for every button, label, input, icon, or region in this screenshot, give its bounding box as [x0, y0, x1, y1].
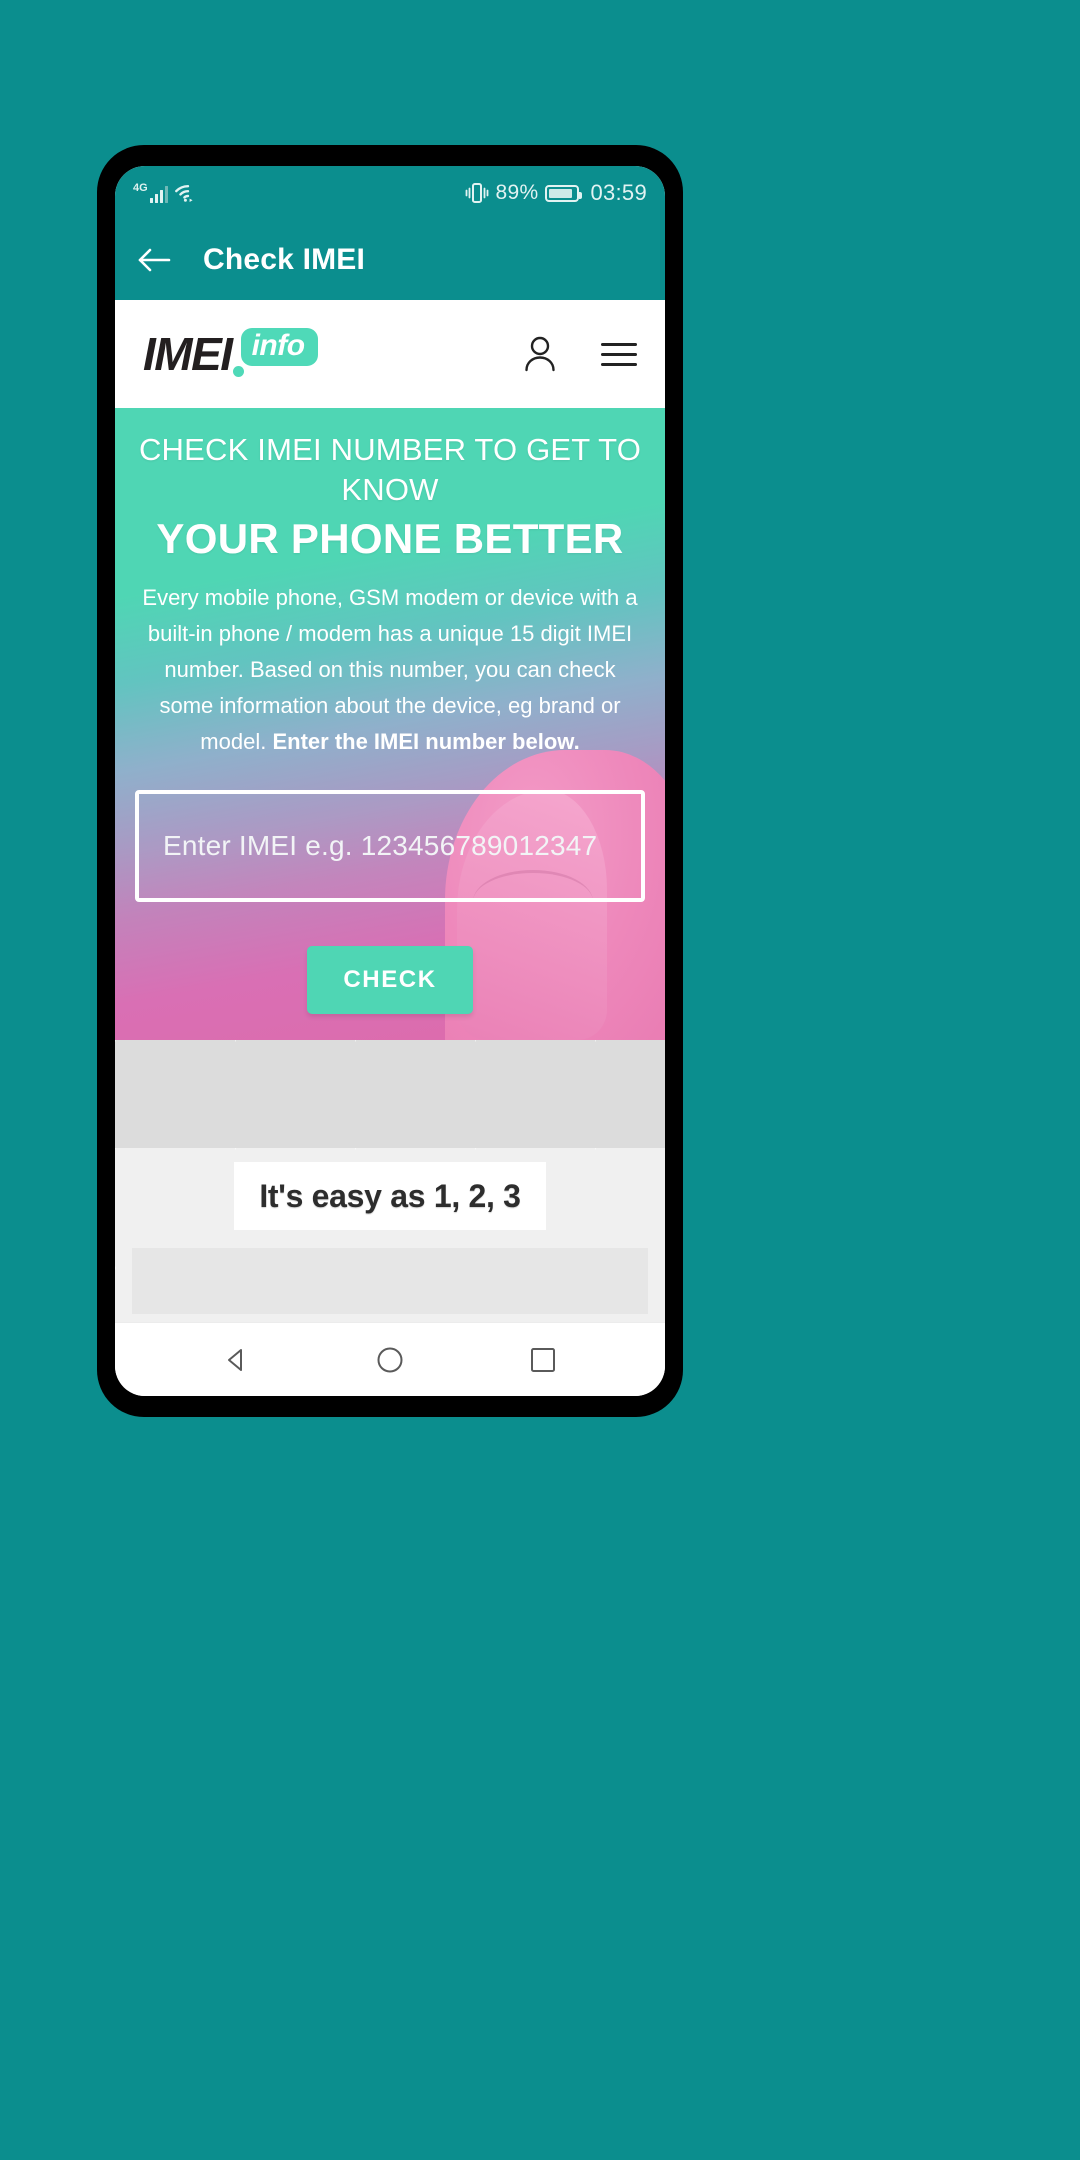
logo-dot-icon: [232, 366, 244, 377]
nav-recents-square-icon[interactable]: [513, 1330, 573, 1390]
hero-heading-line2: YOUR PHONE BETTER: [156, 515, 624, 562]
hero-section: CHECK IMEI NUMBER TO GET TO KNOW YOUR PH…: [115, 408, 665, 1040]
arrow-left-icon[interactable]: [137, 243, 171, 277]
network-type-label: 4G: [133, 182, 148, 194]
logo-primary-text: IMEI: [143, 328, 233, 380]
hero-paragraph: Every mobile phone, GSM modem or device …: [133, 580, 647, 760]
hamburger-menu-icon[interactable]: [601, 342, 637, 366]
hero-heading-line1: CHECK IMEI NUMBER TO GET TO KNOW: [138, 432, 642, 507]
android-navigation-bar: [115, 1322, 665, 1396]
check-button-wrap: CHECK: [133, 946, 647, 1014]
site-header: IMEI info: [115, 300, 665, 408]
phone-screen: 4G 89% 03:59 Check IMEI IMEI info CHECK …: [115, 166, 665, 1396]
page-title: Check IMEI: [203, 243, 366, 276]
easy-content-placeholder: [132, 1248, 648, 1314]
imei-info-logo[interactable]: IMEI info: [143, 328, 318, 380]
easy-section: It's easy as 1, 2, 3: [115, 1148, 665, 1322]
easy-title-card: It's easy as 1, 2, 3: [234, 1162, 546, 1230]
logo-badge: info: [240, 328, 318, 366]
screenshot-root: 4G 89% 03:59 Check IMEI IMEI info CHECK …: [0, 0, 1080, 2160]
hero-content: CHECK IMEI NUMBER TO GET TO KNOW YOUR PH…: [133, 430, 647, 1014]
nav-home-circle-icon[interactable]: [360, 1330, 420, 1390]
battery-icon: [545, 184, 583, 202]
tiled-background-strip: [115, 1040, 665, 1148]
hero-paragraph-bold: Enter the IMEI number below.: [272, 729, 580, 754]
battery-percent-label: 89%: [495, 181, 539, 204]
status-bar-right: 89% 03:59: [465, 180, 648, 206]
header-actions: [523, 335, 637, 373]
check-button[interactable]: CHECK: [307, 946, 473, 1014]
status-bar-left: 4G: [133, 183, 201, 203]
status-bar-clock: 03:59: [590, 180, 647, 205]
phone-frame: 4G 89% 03:59 Check IMEI IMEI info CHECK …: [98, 146, 682, 1416]
user-icon[interactable]: [523, 335, 557, 373]
signal-bars-icon: 4G: [133, 182, 169, 203]
app-bar: Check IMEI: [115, 220, 665, 300]
status-bar: 4G 89% 03:59: [115, 166, 665, 220]
easy-title: It's easy as 1, 2, 3: [259, 1177, 521, 1214]
imei-input-placeholder: Enter IMEI e.g. 123456789012347: [163, 830, 598, 861]
imei-input[interactable]: Enter IMEI e.g. 123456789012347: [135, 790, 645, 902]
nav-back-triangle-icon[interactable]: [207, 1330, 267, 1390]
wifi-icon: [175, 183, 201, 203]
logo-badge-text: info: [251, 329, 305, 362]
vibrate-icon: [465, 182, 489, 204]
